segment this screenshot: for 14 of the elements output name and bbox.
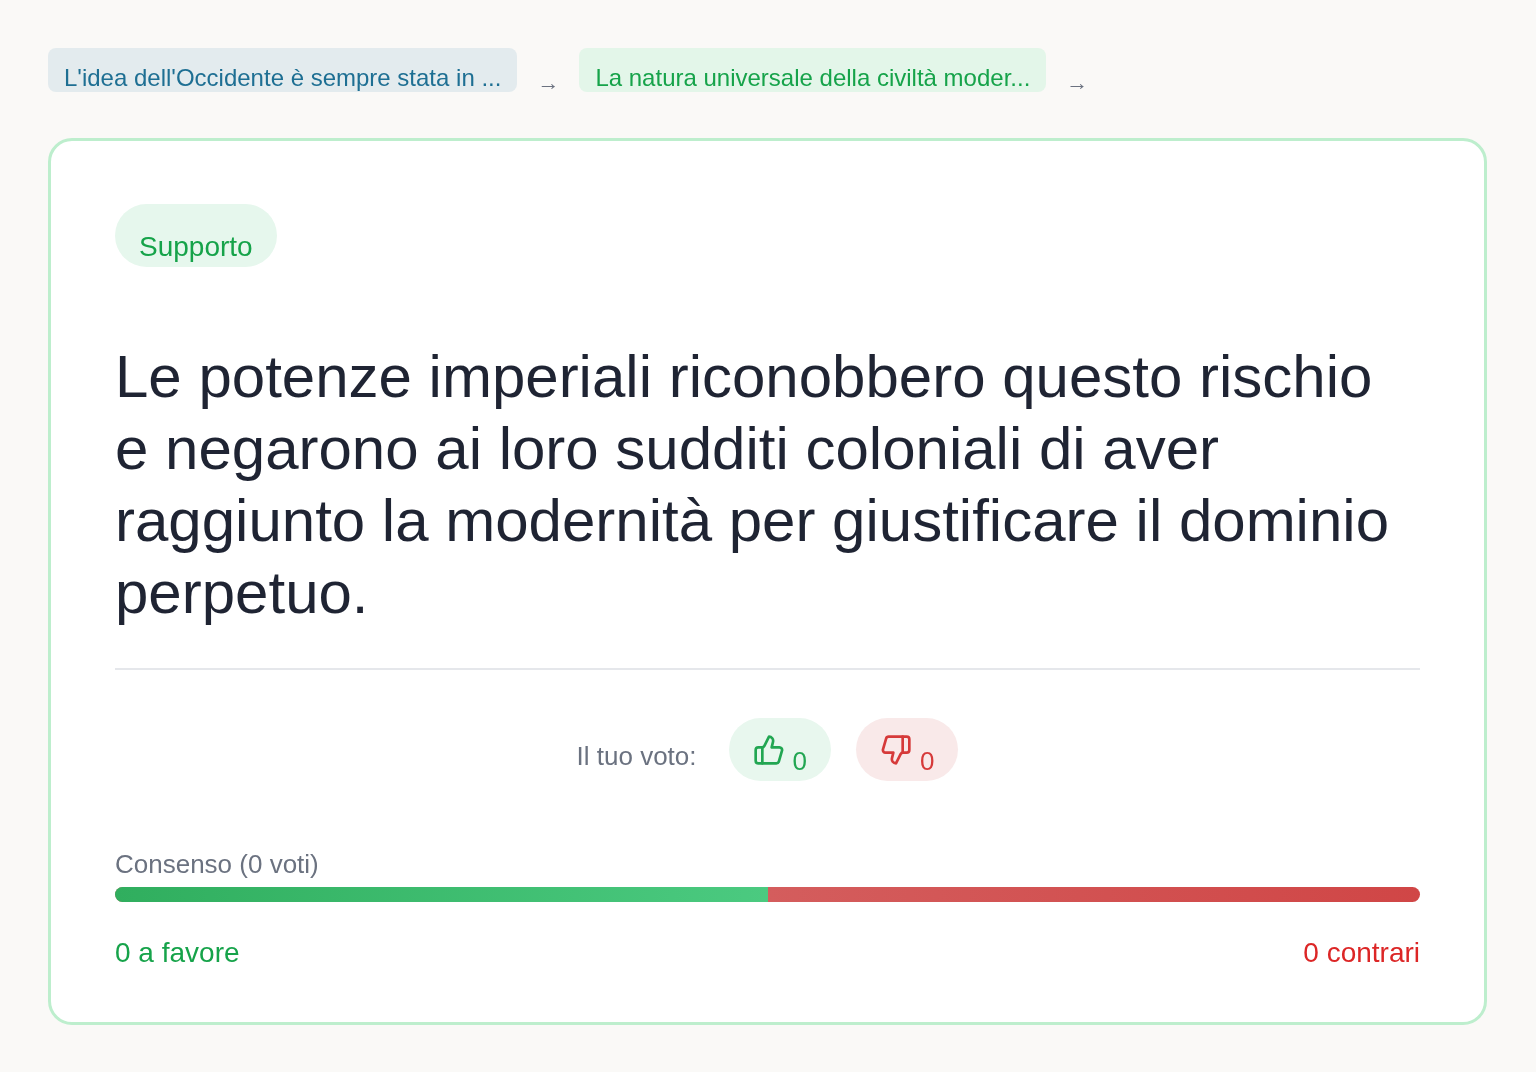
- breadcrumb-link[interactable]: L'idea dell'Occidente è sempre stata in ...: [48, 48, 518, 92]
- votes-against-count: 0 contrari: [1303, 937, 1420, 969]
- thumbs-down-button[interactable]: 0: [856, 718, 959, 781]
- consensus-label: Consenso (0 voti): [115, 849, 319, 879]
- breadcrumb-link[interactable]: La natura universale della civiltà moder...: [579, 48, 1047, 92]
- thumbs-up-button[interactable]: 0: [728, 718, 831, 781]
- argument-statement: Le potenze imperiali riconobbero questo rischio e negarono ai loro sudditi coloniali di aver raggiunto la modernità per giustificare il dominio perpetuo.: [115, 342, 1390, 628]
- thumbs-up-icon: [752, 733, 785, 766]
- thumbs-down-icon: [880, 733, 912, 766]
- stance-tag: Supporto: [115, 204, 277, 267]
- breadcrumb-arrow: →: [537, 70, 560, 96]
- vote-label: Il tuo voto:: [576, 739, 697, 771]
- votes-for-count: 0 a favore: [115, 937, 240, 969]
- breadcrumb-arrow: →: [1066, 70, 1089, 96]
